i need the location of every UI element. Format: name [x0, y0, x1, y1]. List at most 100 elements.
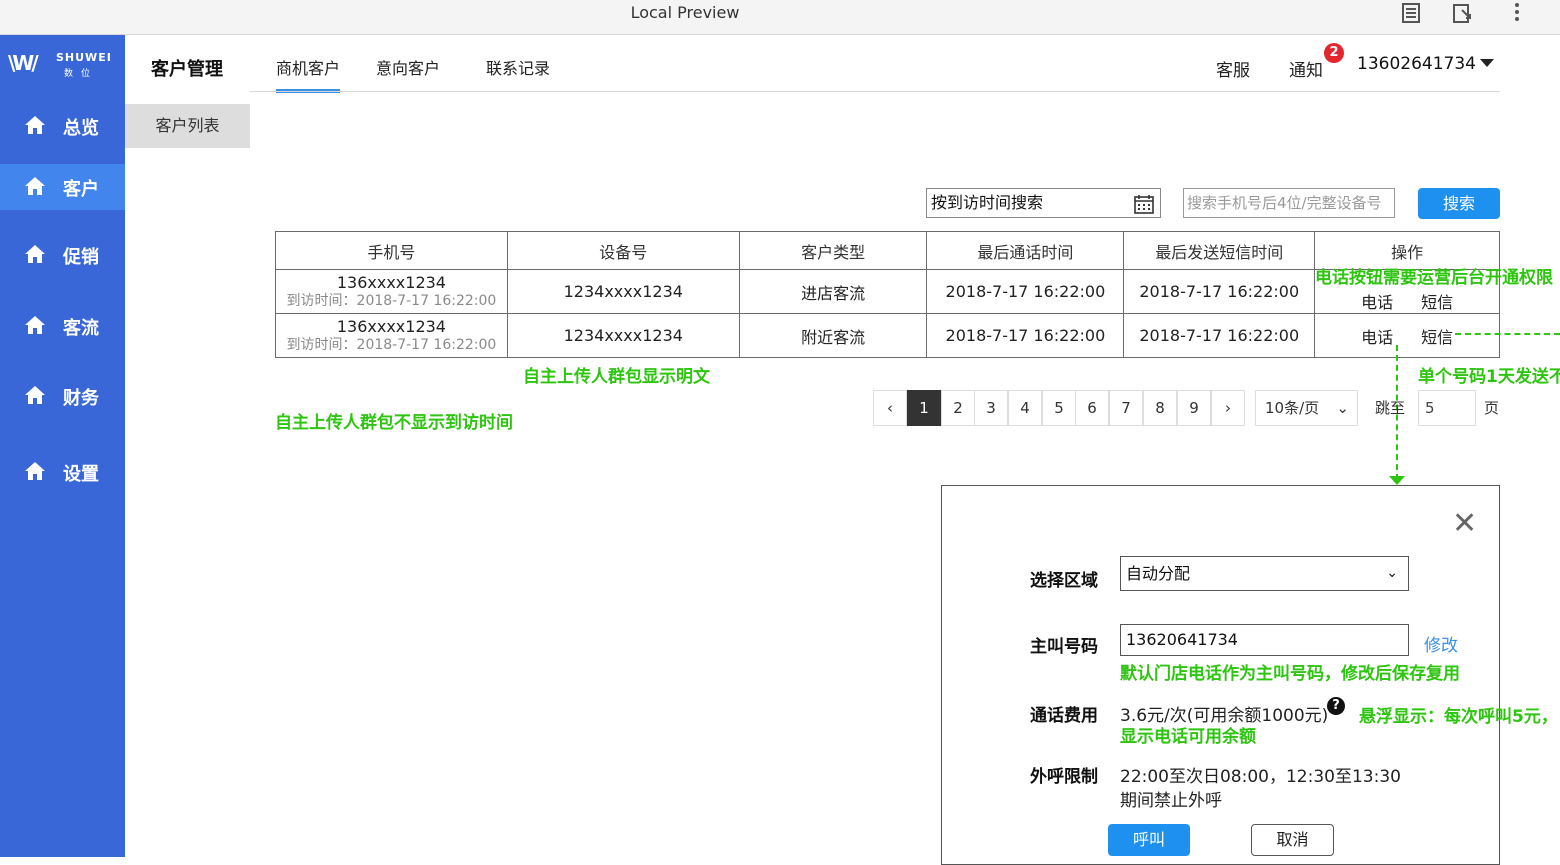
actions-cell: 电话 短信 [1314, 313, 1500, 358]
limit-note: 期间禁止外呼 [1120, 791, 1222, 811]
close-icon[interactable]: ✕ [1452, 506, 1477, 541]
annotation-sms-limit: 单个号码1天发送不 [1418, 367, 1560, 387]
call-action[interactable]: 电话 [1361, 328, 1393, 347]
phone-cell: 136xxxx1234 到访时间：2018-7-17 16:22:00 [275, 269, 508, 314]
column-header-device: 设备号 [506, 231, 740, 270]
device-cell: 1234xxxx1234 [506, 269, 740, 314]
annotation-connector [1455, 333, 1560, 335]
customer-table: 手机号 设备号 客户类型 最后通话时间 最后发送短信时间 操作 136xxxx1… [275, 231, 1500, 358]
limit-time: 22:00至次日08:00，12:30至13:30 [1120, 767, 1401, 787]
annotation-default-caller: 默认门店电话作为主叫号码，修改后保存复用 [1120, 664, 1460, 684]
sidebar-item-settings[interactable]: 设置 [0, 449, 125, 495]
section-title: 客户管理 [151, 59, 223, 80]
region-select[interactable]: 自动分配 ⌄ [1120, 556, 1409, 591]
sidebar-item-promotions[interactable]: 促销 [0, 232, 125, 278]
pagination-page[interactable]: 6 [1075, 390, 1109, 426]
visit-time: 到访时间：2018-7-17 16:22:00 [286, 336, 497, 353]
sidebar-item-label: 财务 [63, 388, 99, 409]
visit-time: 到访时间：2018-7-17 16:22:00 [286, 292, 497, 309]
sub-sidebar-item-customer-list[interactable]: 客户列表 [125, 104, 250, 148]
home-icon [25, 245, 45, 263]
tab-contact-records[interactable]: 联系记录 [486, 55, 550, 79]
logo-text: SHUWEI [56, 51, 112, 64]
annotation-hover-tip: 悬浮显示：每次呼叫5元， [1359, 707, 1558, 727]
phone-number: 136xxxx1234 [336, 316, 446, 336]
visit-date-filter[interactable]: 按到访时间搜索 [926, 188, 1161, 218]
notifications-link[interactable]: 通知 [1289, 56, 1323, 81]
home-icon [25, 316, 45, 334]
search-input[interactable]: 搜索手机号后4位/完整设备号 [1183, 188, 1395, 218]
sidebar-item-label: 客户 [63, 179, 99, 200]
column-header-type: 客户类型 [738, 231, 928, 270]
more-menu-icon[interactable] [1504, 2, 1530, 28]
sidebar-item-traffic[interactable]: 客流 [0, 303, 125, 349]
sidebar-item-label: 客流 [63, 318, 99, 339]
call-dialog: ✕ 选择区域 自动分配 ⌄ 主叫号码 13620641734 修改 默认门店电话… [941, 485, 1558, 865]
user-account[interactable]: 13602641734 [1357, 54, 1476, 74]
chevron-down-icon: ⌄ [1386, 565, 1398, 581]
pagination-page[interactable]: 3 [974, 390, 1008, 426]
home-icon [25, 116, 45, 134]
caller-number-input[interactable]: 13620641734 [1120, 624, 1409, 656]
cancel-button[interactable]: 取消 [1251, 824, 1334, 856]
type-cell: 进店客流 [738, 269, 928, 314]
pagination-next[interactable]: › [1211, 390, 1245, 426]
pagination-page[interactable]: 9 [1177, 390, 1211, 426]
pagination-page[interactable]: 5 [1042, 390, 1076, 426]
sidebar-item-label: 总览 [63, 118, 99, 139]
logo-mark-icon: \W/ [8, 51, 39, 75]
phone-number: 136xxxx1234 [336, 272, 446, 292]
sub-sidebar: 客户管理 客户列表 [125, 35, 250, 857]
chevron-down-icon: ⌄ [1336, 399, 1349, 417]
account-dropdown-icon[interactable] [1480, 59, 1494, 67]
logo-subtext: 数位 [64, 69, 99, 79]
window-titlebar: Local Preview [0, 0, 1560, 35]
pagination-page[interactable]: 1 [907, 390, 941, 426]
window-title: Local Preview [630, 3, 740, 22]
tab-divider [250, 91, 1500, 92]
annotation-plain-text: 自主上传人群包显示明文 [523, 367, 710, 387]
sidebar-item-finance[interactable]: 财务 [0, 373, 125, 419]
sms-action[interactable]: 短信 [1421, 328, 1453, 347]
search-button[interactable]: 搜索 [1418, 188, 1500, 219]
sidebar-item-overview[interactable]: 总览 [0, 103, 125, 149]
annotation-balance: 显示电话可用余额 [1120, 727, 1256, 747]
sidebar-item-label: 设置 [63, 464, 99, 485]
column-header-last-sms: 最后发送短信时间 [1123, 231, 1316, 270]
tab-business-customers[interactable]: 商机客户 [276, 55, 341, 93]
region-value: 自动分配 [1126, 564, 1191, 583]
pagination-page[interactable]: 7 [1109, 390, 1143, 426]
edit-caller-link[interactable]: 修改 [1424, 631, 1458, 656]
pagination-page[interactable]: 8 [1143, 390, 1177, 426]
logo: \W/ SHUWEI 数位 [8, 49, 118, 79]
sms-action[interactable]: 短信 [1421, 293, 1453, 312]
home-icon [25, 462, 45, 480]
customer-service-link[interactable]: 客服 [1216, 56, 1250, 81]
last-sms-cell: 2018-7-17 16:22:00 [1123, 313, 1316, 358]
arrow-down-icon [1389, 476, 1405, 485]
help-icon[interactable]: ? [1327, 697, 1345, 715]
call-action[interactable]: 电话 [1361, 293, 1393, 312]
home-icon [25, 177, 45, 195]
notification-count-badge: 2 [1324, 43, 1344, 63]
page-size-select[interactable]: 10条/页 ⌄ [1255, 390, 1358, 426]
pagination-page[interactable]: 2 [941, 390, 975, 426]
page-unit-label: 页 [1484, 399, 1500, 417]
phone-cell: 136xxxx1234 到访时间：2018-7-17 16:22:00 [275, 313, 508, 358]
calendar-icon [1134, 195, 1154, 214]
table-row: 136xxxx1234 到访时间：2018-7-17 16:22:00 1234… [275, 313, 1500, 358]
last-call-cell: 2018-7-17 16:22:00 [926, 313, 1125, 358]
sidebar: \W/ SHUWEI 数位 总览 客户 促销 客流 财务 设置 [0, 35, 125, 857]
reader-mode-icon[interactable] [1398, 2, 1424, 28]
pagination-page[interactable]: 4 [1008, 390, 1042, 426]
tab-intent-customers[interactable]: 意向客户 [376, 55, 440, 79]
fee-label: 通话费用 [1030, 706, 1098, 726]
call-button[interactable]: 呼叫 [1108, 824, 1190, 856]
home-icon [25, 386, 45, 404]
open-external-icon[interactable] [1450, 2, 1476, 28]
jump-page-input[interactable]: 5 [1418, 390, 1476, 426]
annotation-call-permission: 电话按钮需要运营后台开通权限 [1315, 268, 1553, 288]
pagination-prev[interactable]: ‹ [873, 390, 907, 426]
caller-label: 主叫号码 [1030, 637, 1098, 657]
sidebar-item-customers[interactable]: 客户 [0, 164, 125, 210]
